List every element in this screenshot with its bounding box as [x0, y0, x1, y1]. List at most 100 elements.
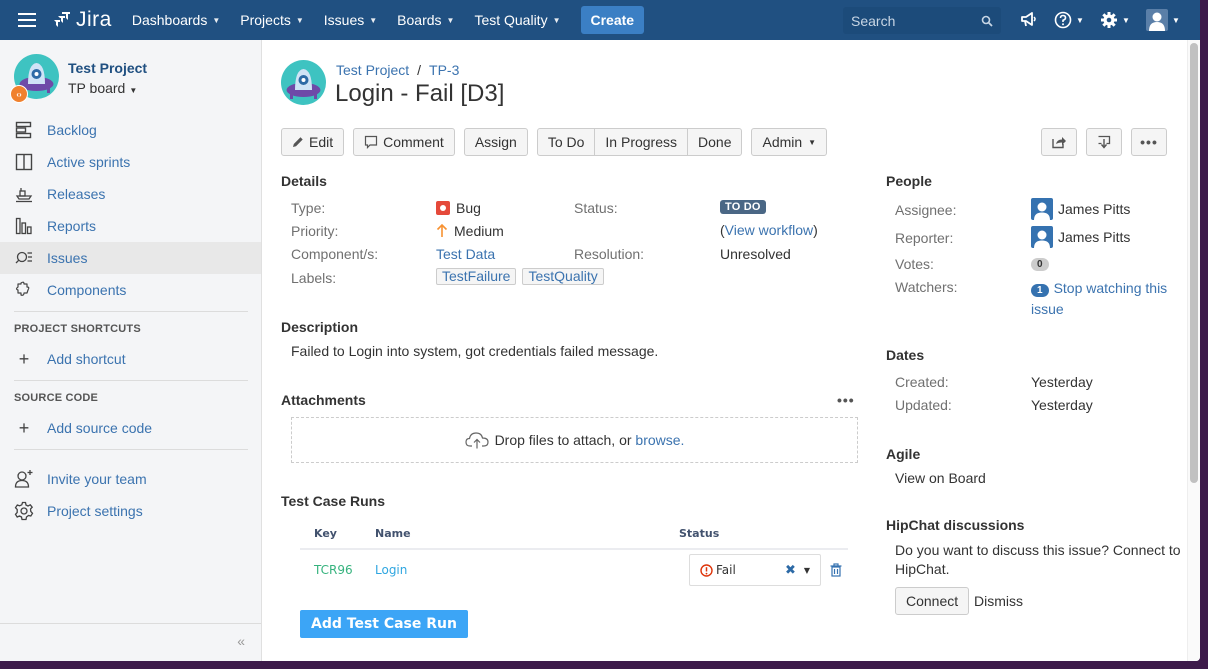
add-source-code-link[interactable]: + Add source code [0, 412, 261, 444]
help-menu[interactable]: ▼ [1054, 11, 1084, 29]
chevron-down-icon: ▼ [552, 15, 561, 25]
jira-logo[interactable]: Jira [52, 8, 112, 32]
dismiss-link[interactable]: Dismiss [974, 593, 1023, 609]
hipchat-heading: HipChat discussions [886, 517, 1025, 533]
profile-menu[interactable]: ▼ [1146, 9, 1180, 31]
chevron-down-icon: ▼ [446, 15, 455, 25]
clear-status-icon[interactable]: ✖ [785, 563, 796, 578]
labels-label: Labels: [291, 270, 337, 286]
hamburger-icon[interactable] [18, 13, 36, 27]
browse-link[interactable]: browse. [635, 432, 684, 448]
dates-heading: Dates [886, 347, 925, 363]
done-button[interactable]: Done [687, 128, 743, 156]
search-icon [981, 15, 993, 27]
project-name[interactable]: Test Project [68, 60, 147, 76]
project-settings-link[interactable]: Project settings [0, 495, 261, 527]
megaphone-icon[interactable] [1020, 12, 1037, 27]
project-sidebar: ‹› Test Project TP board ▼ Backlog Active… [0, 40, 262, 661]
priority-medium-arrow-icon [436, 224, 448, 237]
gear-icon [1101, 12, 1117, 28]
issue-title[interactable]: Login - Fail [D3] [335, 80, 504, 108]
in-progress-button[interactable]: In Progress [594, 128, 689, 156]
sidebar-divider [14, 380, 248, 381]
nav-projects-label: Projects [240, 12, 291, 28]
description-text[interactable]: Failed to Login into system, got credent… [291, 343, 658, 359]
releases-icon [14, 184, 34, 204]
browser-window: Jira Dashboards ▼ Projects ▼ Issues ▼ Board… [0, 0, 1200, 661]
export-button[interactable] [1086, 128, 1122, 156]
reporter-value[interactable]: James Pitts [1031, 226, 1130, 248]
type-value: Bug [436, 200, 481, 216]
nav-test-quality-label: Test Quality [474, 12, 548, 28]
create-button[interactable]: Create [580, 6, 645, 34]
tcr-name-link[interactable]: Login [375, 563, 407, 577]
add-test-case-run-button[interactable]: Add Test Case Run [300, 610, 468, 638]
status-lozenge: TO DO [720, 200, 766, 214]
sidebar-item-label: Active sprints [47, 154, 131, 170]
chevron-down-icon: ▼ [212, 15, 221, 25]
issue-view: Test Project / TP-3 Login - Fail [D3] Edit… [263, 40, 1187, 661]
tcr-status-value: Fail [716, 563, 736, 577]
component-test-data-link[interactable]: Test Data [436, 246, 495, 262]
sidebar-item-issues[interactable]: Issues [0, 242, 261, 274]
attachment-dropzone[interactable]: Drop files to attach, or browse. [291, 417, 858, 463]
collapse-sidebar-icon[interactable]: « [237, 633, 245, 649]
nav-dashboards[interactable]: Dashboards ▼ [132, 12, 220, 28]
admin-label: Admin [762, 134, 803, 150]
page-scrollbar[interactable] [1187, 40, 1200, 661]
connect-button[interactable]: Connect [895, 587, 970, 615]
add-shortcut-link[interactable]: + Add shortcut [0, 343, 261, 375]
nav-boards[interactable]: Boards ▼ [397, 12, 454, 28]
share-button[interactable] [1041, 128, 1077, 156]
nav-projects[interactable]: Projects ▼ [240, 12, 304, 28]
sidebar-item-reports[interactable]: Reports [0, 210, 261, 242]
project-avatar[interactable] [281, 60, 326, 105]
comment-button[interactable]: Comment [353, 128, 455, 156]
chevron-down-icon: ▼ [129, 86, 138, 95]
sidebar-item-backlog[interactable]: Backlog [0, 114, 261, 146]
view-workflow-link[interactable]: View workflow [725, 222, 813, 238]
invite-team-link[interactable]: Invite your team [0, 463, 261, 495]
search-input[interactable]: Search [843, 7, 1001, 34]
label-tag[interactable]: TestFailure [436, 268, 517, 285]
nav-test-quality[interactable]: Test Quality ▼ [474, 12, 560, 28]
breadcrumb-issue-key-link[interactable]: TP-3 [429, 62, 459, 78]
cloud-upload-icon [464, 432, 489, 449]
sidebar-item-label: Issues [47, 250, 88, 266]
sidebar-item-components[interactable]: Components [0, 274, 261, 306]
votes-value[interactable]: 0 [1031, 258, 1049, 271]
assign-button[interactable]: Assign [463, 128, 528, 156]
help-icon [1054, 11, 1072, 29]
trash-icon[interactable] [830, 563, 842, 577]
scrollbar-thumb[interactable] [1190, 43, 1198, 483]
column-header-name: Name [375, 527, 411, 540]
labels-value: TestFailure TestQuality [436, 268, 610, 285]
board-selector[interactable]: TP board ▼ [68, 80, 137, 96]
sidebar-item-label: Backlog [47, 122, 97, 138]
project-header[interactable]: ‹› Test Project TP board ▼ [10, 54, 147, 103]
tcr-key-link[interactable]: TCR96 [314, 563, 353, 577]
components-label: Component/s: [291, 246, 379, 262]
admin-menu-button[interactable]: Admin ▼ [751, 128, 828, 156]
label-tag[interactable]: TestQuality [522, 268, 604, 285]
more-actions-button[interactable]: ••• [1131, 128, 1167, 156]
attachments-more-icon[interactable]: ••• [837, 392, 855, 408]
to-do-button[interactable]: To Do [536, 128, 596, 156]
breadcrumb-project-link[interactable]: Test Project [336, 62, 409, 78]
reporter-label: Reporter: [895, 230, 954, 246]
sidebar-item-releases[interactable]: Releases [0, 178, 261, 210]
tcr-status-select[interactable]: Fail ✖ ▼ [689, 554, 821, 586]
nav-issues[interactable]: Issues ▼ [324, 12, 377, 28]
board-name: TP board [68, 80, 126, 96]
sidebar-item-active-sprints[interactable]: Active sprints [0, 146, 261, 178]
settings-menu[interactable]: ▼ [1100, 11, 1130, 29]
table-header-divider [300, 548, 848, 550]
view-workflow: (View workflow) [720, 222, 818, 238]
chevron-down-icon[interactable]: ▼ [804, 566, 810, 575]
project-avatar: ‹› [10, 54, 59, 103]
assignee-value[interactable]: James Pitts [1031, 198, 1130, 220]
stop-watching-link[interactable]: Stop watching this issue [1031, 280, 1167, 317]
edit-button[interactable]: Edit [281, 128, 345, 156]
view-on-board-link[interactable]: View on Board [895, 470, 986, 486]
backlog-icon [14, 120, 34, 140]
